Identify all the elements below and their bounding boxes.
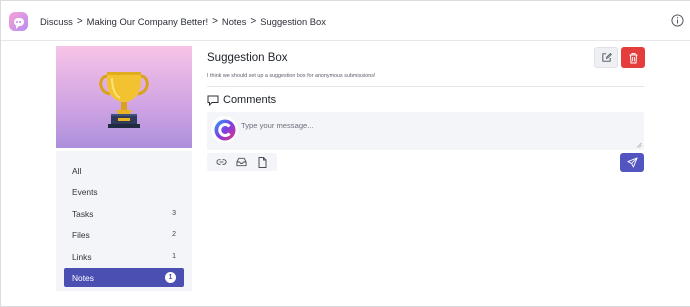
attach-file-button[interactable] [255, 154, 271, 170]
comments-heading: Comments [207, 94, 276, 106]
breadcrumb-separator: > [250, 16, 257, 27]
sidebar-item-files[interactable]: Files 2 [64, 225, 184, 244]
sidebar-item-badge: 1 [165, 272, 176, 283]
comments-heading-label: Comments [223, 94, 277, 106]
avatar [211, 116, 238, 143]
info-icon[interactable] [671, 14, 684, 27]
top-bar: Discuss > Making Our Company Better! > N… [1, 1, 690, 41]
composer-toolbar [207, 153, 277, 171]
sidebar-item-all[interactable]: All [64, 161, 184, 180]
sidebar-item-count: 1 [172, 253, 176, 260]
breadcrumb-discuss[interactable]: Discuss [40, 16, 73, 27]
sidebar-item-tasks[interactable]: Tasks 3 [64, 204, 184, 223]
comment-composer [207, 112, 644, 150]
sidebar-item-notes[interactable]: Notes 1 [64, 268, 184, 287]
breadcrumb-separator: > [76, 16, 83, 27]
breadcrumb-current: Suggestion Box [260, 16, 326, 27]
resize-handle-icon[interactable] [636, 142, 642, 148]
sidebar-item-label: Notes [72, 272, 94, 283]
attach-inbox-button[interactable] [234, 154, 250, 170]
file-icon [258, 156, 267, 168]
sidebar-item-label: Events [72, 186, 98, 197]
send-button[interactable] [620, 153, 644, 172]
divider [207, 86, 644, 87]
breadcrumb-notes[interactable]: Notes [222, 16, 247, 27]
edit-button[interactable] [594, 47, 618, 68]
sidebar: All Events Tasks 3 Files 2 Links 1 Notes… [56, 151, 192, 291]
trophy-icon [99, 72, 149, 128]
message-input[interactable] [241, 118, 621, 132]
sidebar-item-label: Links [72, 251, 92, 262]
breadcrumb: Discuss > Making Our Company Better! > N… [40, 16, 326, 27]
breadcrumb-separator: > [212, 16, 218, 27]
sidebar-item-label: All [72, 165, 82, 176]
note-title: Suggestion Box [207, 52, 288, 64]
breadcrumb-topic[interactable]: Making Our Company Better! [87, 16, 208, 27]
app-logo[interactable] [9, 12, 28, 31]
delete-button[interactable] [621, 47, 645, 68]
cover-image [56, 46, 192, 148]
sidebar-item-count: 3 [172, 210, 176, 217]
sidebar-item-label: Tasks [72, 208, 94, 219]
sidebar-item-links[interactable]: Links 1 [64, 247, 184, 266]
user-avatar-icon [214, 119, 235, 140]
inbox-icon [236, 157, 248, 167]
app-window: Discuss > Making Our Company Better! > N… [0, 0, 690, 307]
comment-icon [207, 95, 219, 106]
link-icon [216, 159, 227, 165]
send-icon [626, 157, 638, 168]
trash-icon [629, 52, 637, 63]
attach-link-button[interactable] [213, 154, 229, 170]
sidebar-item-count: 2 [172, 231, 176, 238]
sidebar-item-events[interactable]: Events [64, 182, 184, 201]
note-description: I think we should set up a suggestion bo… [207, 73, 376, 79]
edit-icon [601, 52, 612, 62]
sidebar-item-label: Files [72, 229, 90, 240]
